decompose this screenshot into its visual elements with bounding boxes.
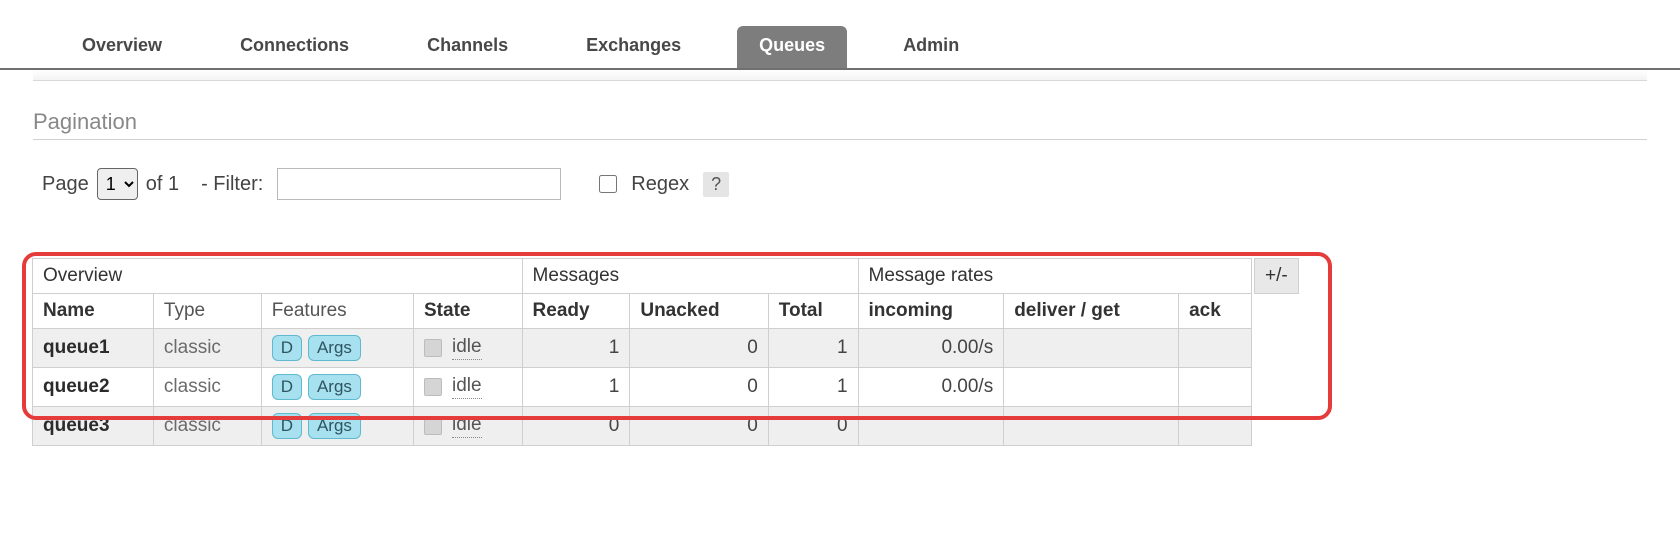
tab-queues[interactable]: Queues <box>737 26 847 68</box>
queue-type: classic <box>153 368 261 407</box>
queue-name-link[interactable]: queue2 <box>33 368 154 407</box>
queue-unacked: 0 <box>630 407 768 446</box>
tab-admin[interactable]: Admin <box>881 26 981 68</box>
state-text: idle <box>452 375 482 399</box>
queue-deliver-get <box>1004 368 1179 407</box>
section-divider <box>33 70 1647 81</box>
queue-state: idle <box>414 329 523 368</box>
queue-unacked: 0 <box>630 368 768 407</box>
queue-type: classic <box>153 407 261 446</box>
queue-deliver-get <box>1004 407 1179 446</box>
column-header[interactable]: Unacked <box>630 294 768 329</box>
column-header[interactable]: ack <box>1179 294 1252 329</box>
page-of-label: of 1 <box>146 173 179 196</box>
column-header[interactable]: deliver / get <box>1004 294 1179 329</box>
feature-badge: D <box>272 335 302 361</box>
column-group: Messages <box>522 259 858 294</box>
queues-table: OverviewMessagesMessage rates NameTypeFe… <box>32 258 1252 446</box>
tab-channels[interactable]: Channels <box>405 26 530 68</box>
pagination-heading: Pagination <box>33 109 1647 140</box>
queue-incoming <box>858 407 1004 446</box>
queue-ack <box>1179 407 1252 446</box>
tab-connections[interactable]: Connections <box>218 26 371 68</box>
column-header[interactable]: Type <box>153 294 261 329</box>
queue-ready: 1 <box>522 368 630 407</box>
tab-overview[interactable]: Overview <box>60 26 184 68</box>
queue-total: 0 <box>768 407 858 446</box>
queue-state: idle <box>414 368 523 407</box>
columns-toggle-button[interactable]: +/- <box>1254 258 1299 294</box>
queue-incoming: 0.00/s <box>858 329 1004 368</box>
feature-badge: Args <box>308 335 361 361</box>
queue-type: classic <box>153 329 261 368</box>
feature-badge: Args <box>308 374 361 400</box>
queue-ready: 0 <box>522 407 630 446</box>
state-text: idle <box>452 336 482 360</box>
queues-table-container: +/- OverviewMessagesMessage rates NameTy… <box>32 258 1292 446</box>
regex-label: Regex <box>631 173 689 196</box>
page-label: Page <box>42 173 89 196</box>
column-header[interactable]: Features <box>261 294 413 329</box>
queue-ack <box>1179 368 1252 407</box>
queue-total: 1 <box>768 368 858 407</box>
page-select[interactable]: 1 <box>97 168 138 200</box>
filter-label: - Filter: <box>201 173 263 196</box>
pagination-controls: Page 1 of 1 - Filter: Regex ? <box>42 168 1680 200</box>
table-row: queue2classicDArgsidle1010.00/s <box>33 368 1252 407</box>
column-header[interactable]: State <box>414 294 523 329</box>
feature-badge: Args <box>308 413 361 439</box>
state-indicator-icon <box>424 339 442 357</box>
regex-checkbox[interactable] <box>599 175 617 193</box>
queue-features: DArgs <box>261 407 413 446</box>
help-icon[interactable]: ? <box>703 172 729 197</box>
queue-features: DArgs <box>261 368 413 407</box>
column-header[interactable]: Name <box>33 294 154 329</box>
nav-tabs: Overview Connections Channels Exchanges Queu… <box>0 0 1680 70</box>
tab-exchanges[interactable]: Exchanges <box>564 26 703 68</box>
queue-features: DArgs <box>261 329 413 368</box>
filter-input[interactable] <box>277 168 561 200</box>
queue-unacked: 0 <box>630 329 768 368</box>
state-indicator-icon <box>424 378 442 396</box>
queue-name-link[interactable]: queue3 <box>33 407 154 446</box>
column-group: Message rates <box>858 259 1251 294</box>
state-indicator-icon <box>424 417 442 435</box>
queue-total: 1 <box>768 329 858 368</box>
column-header[interactable]: Total <box>768 294 858 329</box>
queue-name-link[interactable]: queue1 <box>33 329 154 368</box>
queue-incoming: 0.00/s <box>858 368 1004 407</box>
column-header[interactable]: Ready <box>522 294 630 329</box>
feature-badge: D <box>272 413 302 439</box>
queue-ack <box>1179 329 1252 368</box>
queue-ready: 1 <box>522 329 630 368</box>
queue-deliver-get <box>1004 329 1179 368</box>
state-text: idle <box>452 414 482 438</box>
column-group: Overview <box>33 259 523 294</box>
column-header[interactable]: incoming <box>858 294 1004 329</box>
feature-badge: D <box>272 374 302 400</box>
table-row: queue3classicDArgsidle000 <box>33 407 1252 446</box>
queue-state: idle <box>414 407 523 446</box>
table-row: queue1classicDArgsidle1010.00/s <box>33 329 1252 368</box>
